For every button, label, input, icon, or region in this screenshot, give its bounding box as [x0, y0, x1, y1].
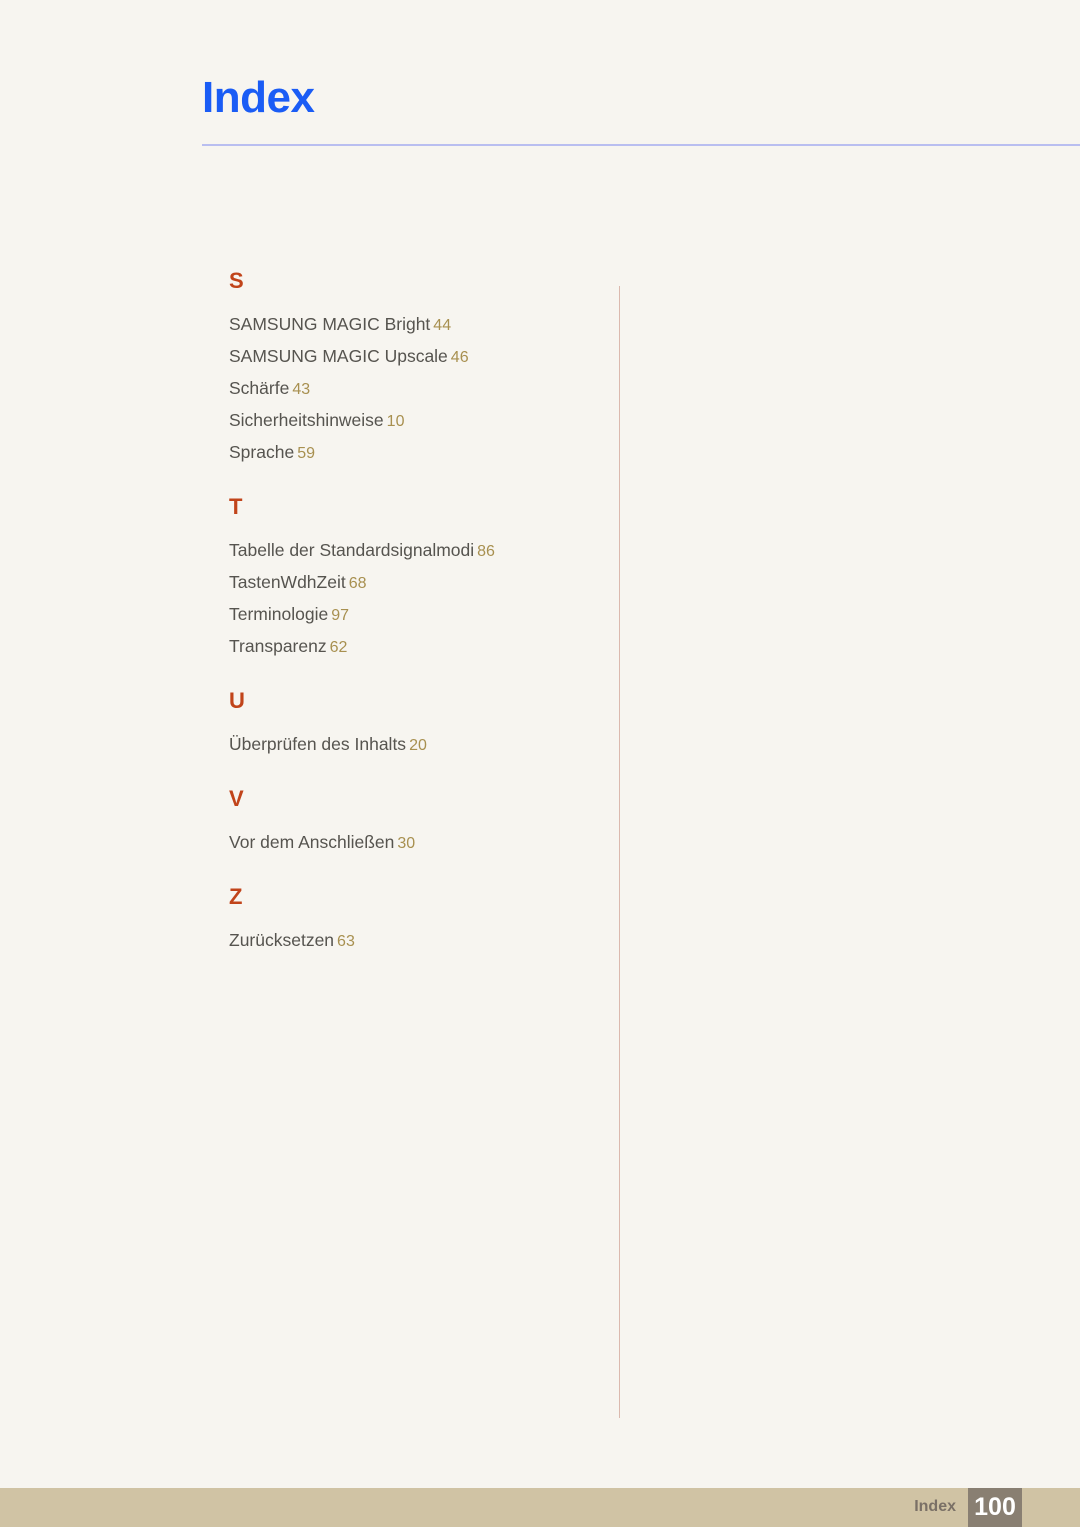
index-entry-page-number: 97 — [331, 607, 350, 624]
index-entry[interactable]: SAMSUNG MAGIC Bright 44 — [229, 309, 599, 341]
index-entry-label: Zurücksetzen — [229, 930, 335, 950]
index-section: V Vor dem Anschließen 30 — [229, 788, 599, 859]
index-entry[interactable]: Tabelle der Standardsignalmodi 86 — [229, 535, 599, 567]
index-entry[interactable]: Sicherheitshinweise 10 — [229, 405, 599, 437]
index-entry[interactable]: Überprüfen des Inhalts 20 — [229, 729, 599, 761]
column-divider — [619, 286, 620, 1418]
index-entry-page-number: 63 — [337, 933, 355, 950]
section-letter: U — [229, 688, 245, 713]
index-entry-label: Terminologie — [229, 604, 329, 624]
index-column-left: S SAMSUNG MAGIC Bright 44 SAMSUNG MAGIC Ups… — [229, 270, 599, 957]
index-entry-label: Überprüfen des Inhalts — [229, 734, 407, 754]
index-entry[interactable]: Transparenz 62 — [229, 631, 599, 663]
index-entry-page-number: 46 — [450, 349, 469, 366]
index-entry-label: Transparenz — [229, 636, 327, 656]
index-entry-page-number: 10 — [386, 413, 405, 430]
index-entry[interactable]: Terminologie 97 — [229, 599, 599, 631]
footer-section-label: Index — [914, 1498, 956, 1515]
section-letter: V — [229, 786, 244, 811]
index-entry-page-number: 68 — [348, 575, 367, 592]
index-entry-page-number: 20 — [409, 737, 427, 754]
index-entry-label: Tabelle der Standardsignalmodi — [229, 540, 475, 560]
index-content: S SAMSUNG MAGIC Bright 44 SAMSUNG MAGIC Ups… — [0, 0, 1080, 1527]
index-entry-page-number: 86 — [477, 543, 495, 560]
index-section: S SAMSUNG MAGIC Bright 44 SAMSUNG MAGIC Ups… — [229, 270, 599, 469]
index-section: T Tabelle der Standardsignalmodi 86 TastenW… — [229, 496, 599, 663]
index-section: Z Zurücksetzen 63 — [229, 886, 599, 957]
footer-page-number: 100 — [974, 1493, 1016, 1521]
index-entry[interactable]: Vor dem Anschließen 30 — [229, 827, 599, 859]
index-page: { "header": { "title": "Index" }, "color… — [0, 0, 1080, 1527]
index-entry[interactable]: TastenWdhZeit 68 — [229, 567, 599, 599]
index-entry[interactable]: Sprache 59 — [229, 437, 599, 469]
index-entry-label: Sprache — [229, 442, 295, 462]
index-entry-label: SAMSUNG MAGIC Upscale — [229, 346, 448, 366]
index-entry-label: Schärfe — [229, 378, 290, 398]
section-letter: Z — [229, 884, 243, 909]
index-section: U Überprüfen des Inhalts 20 — [229, 690, 599, 761]
index-entry[interactable]: Schärfe 43 — [229, 373, 599, 405]
index-entry-label: Sicherheitshinweise — [229, 410, 384, 430]
index-entry-label: TastenWdhZeit — [229, 572, 346, 592]
index-entry-page-number: 44 — [433, 317, 452, 334]
index-entry-label: Vor dem Anschließen — [229, 832, 395, 852]
index-entry-label: SAMSUNG MAGIC Bright — [229, 314, 431, 334]
index-entry[interactable]: SAMSUNG MAGIC Upscale 46 — [229, 341, 599, 373]
index-entry-page-number: 62 — [329, 639, 348, 656]
index-entry[interactable]: Zurücksetzen 63 — [229, 925, 599, 957]
page-footer: Index 100 — [0, 1488, 1080, 1527]
index-entry-page-number: 43 — [292, 381, 311, 398]
footer-page-number-box: 100 — [968, 1488, 1022, 1527]
index-entry-page-number: 59 — [297, 445, 315, 462]
index-entry-page-number: 30 — [397, 835, 416, 852]
section-letter: S — [229, 268, 244, 293]
section-letter: T — [229, 494, 243, 519]
